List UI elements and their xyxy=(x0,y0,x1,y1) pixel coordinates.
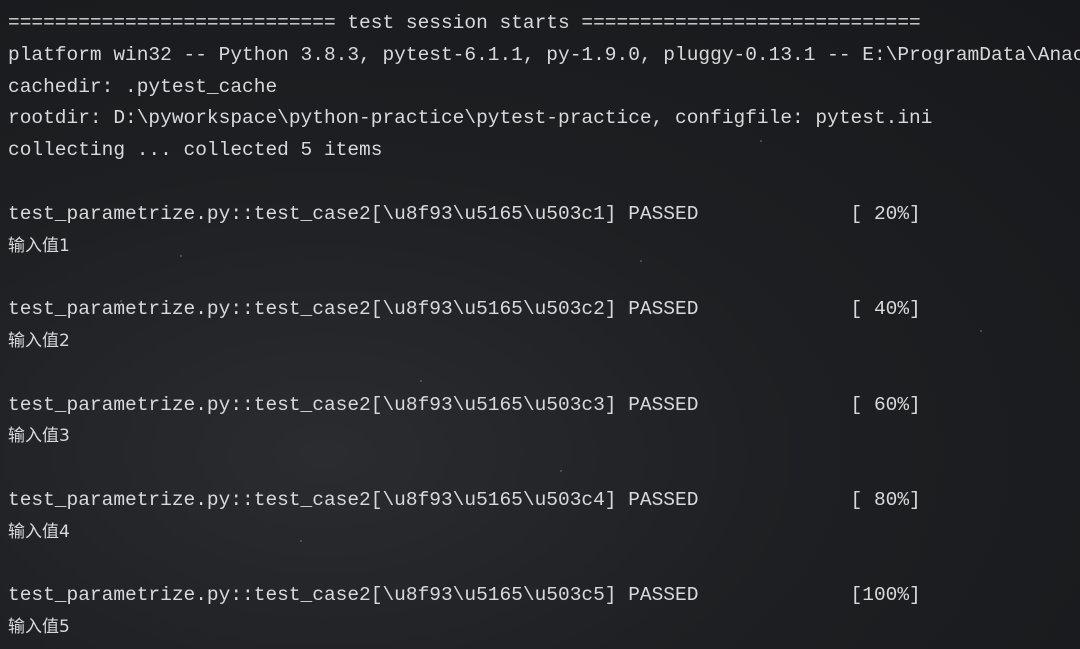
cachedir-line: cachedir: .pytest_cache xyxy=(8,75,278,98)
platform-line: platform win32 -- Python 3.8.3, pytest-6… xyxy=(8,43,1080,66)
test-result-line: test_parametrize.py::test_case2[\u8f93\u… xyxy=(8,393,921,416)
test-result-line: test_parametrize.py::test_case2[\u8f93\u… xyxy=(8,488,921,511)
test-output-line: 输入值2 xyxy=(8,330,70,351)
test-result-line: test_parametrize.py::test_case2[\u8f93\u… xyxy=(8,584,921,607)
test-output-line: 输入值5 xyxy=(8,617,70,638)
test-result-line: test_parametrize.py::test_case2[\u8f93\u… xyxy=(8,202,921,225)
collecting-line: collecting ... collected 5 items xyxy=(8,139,383,162)
terminal-output: ============================ test sessio… xyxy=(8,8,1080,644)
test-output-line: 输入值4 xyxy=(8,521,70,542)
test-output-line: 输入值3 xyxy=(8,426,70,447)
rootdir-line: rootdir: D:\pyworkspace\python-practice\… xyxy=(8,107,933,130)
test-output-line: 输入值1 xyxy=(8,235,70,256)
test-result-line: test_parametrize.py::test_case2[\u8f93\u… xyxy=(8,298,921,321)
session-header: ============================ test sessio… xyxy=(8,12,921,34)
